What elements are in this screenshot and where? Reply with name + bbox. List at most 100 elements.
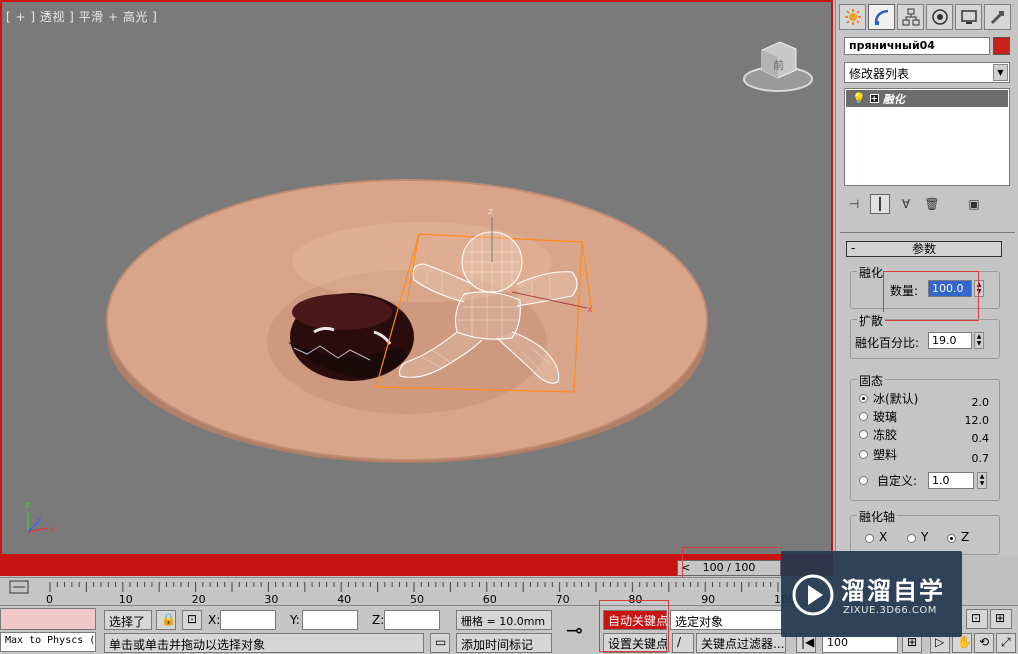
- lightbulb-icon[interactable]: 💡: [852, 92, 866, 105]
- maxscript-listener-top[interactable]: [0, 608, 96, 630]
- option-ice-label: 冰(默认): [873, 392, 919, 406]
- command-panel-tabs: [836, 4, 1018, 32]
- rollout-title: 参数: [911, 242, 936, 256]
- default-tangent-icon[interactable]: /: [672, 633, 694, 653]
- solidity-group: 固态 冰(默认) 2.0 玻璃 12.0 冻胶 0.4 塑料 0.7 自定义: …: [850, 372, 1000, 501]
- modify-icon[interactable]: [868, 4, 895, 30]
- key-icon[interactable]: ⊸: [566, 618, 583, 642]
- selection-count: 选择了: [104, 610, 152, 630]
- watermark-logo-icon: [792, 574, 834, 616]
- radio-glass[interactable]: [859, 412, 868, 421]
- highlight-box-time: [682, 547, 782, 581]
- collapse-icon[interactable]: -: [851, 241, 855, 255]
- hierarchy-icon[interactable]: [897, 4, 924, 30]
- option-ice-value: 2.0: [971, 396, 990, 409]
- axis-z-label: z: [25, 501, 30, 511]
- radio-ice[interactable]: [859, 394, 868, 403]
- melt-axis-title: 融化轴: [857, 508, 898, 525]
- stack-item-melt[interactable]: 💡 + 融化: [846, 90, 1008, 107]
- viewcube[interactable]: 前: [743, 41, 813, 92]
- rollout-header[interactable]: - 参数: [846, 241, 1002, 257]
- axis-x-label: x: [50, 525, 56, 535]
- world-axis-gizmo: z x y: [25, 501, 56, 535]
- show-end-result-icon[interactable]: ┃: [870, 194, 890, 214]
- custom-spinner[interactable]: ▲ ▼: [977, 472, 987, 489]
- radio-plastic[interactable]: [859, 450, 868, 459]
- x-coord-field[interactable]: [220, 610, 276, 630]
- lock-selection-icon[interactable]: 🔒: [156, 610, 176, 630]
- chevron-down-icon[interactable]: ▼: [993, 64, 1008, 81]
- expand-plus-icon[interactable]: +: [869, 94, 879, 103]
- pin-stack-icon[interactable]: ⊣: [844, 194, 864, 214]
- remove-modifier-icon[interactable]: 🗑: [922, 194, 942, 214]
- create-icon[interactable]: [839, 4, 866, 30]
- configure-modifier-sets-icon[interactable]: ▣: [964, 194, 984, 214]
- x-coord-label: X:: [208, 613, 221, 627]
- modifier-list-label: 修改器列表: [849, 67, 910, 81]
- solidity-group-title: 固态: [857, 372, 886, 389]
- selection-set-dropdown[interactable]: 选定对象: [670, 610, 786, 630]
- melt-percent-label: 融化百分比:: [855, 336, 920, 350]
- radio-axis-y[interactable]: [907, 534, 916, 543]
- object-name-field[interactable]: пряничный04: [844, 37, 990, 55]
- motion-icon[interactable]: [926, 4, 953, 30]
- trackbar-config-icon[interactable]: [9, 580, 29, 594]
- y-coord-field[interactable]: [302, 610, 358, 630]
- custom-label: 自定义:: [877, 474, 918, 488]
- maximize-viewport-icon[interactable]: ⤢: [996, 633, 1016, 653]
- option-plastic-label: 塑料: [873, 448, 898, 462]
- melt-axis-group: 融化轴 X Y Z: [850, 508, 1000, 555]
- svg-text:x: x: [587, 305, 593, 315]
- option-jelly-value: 0.4: [971, 432, 990, 445]
- axis-y-label: y: [36, 515, 42, 525]
- modifier-stack[interactable]: 💡 + 融化: [844, 88, 1010, 186]
- key-filters-button[interactable]: 关键点过滤器...: [696, 633, 786, 653]
- radio-custom[interactable]: [859, 476, 868, 485]
- modifier-list-dropdown[interactable]: 修改器列表 ▼: [844, 62, 1010, 83]
- object-color-swatch[interactable]: [993, 37, 1010, 55]
- option-jelly-label: 冻胶: [873, 428, 898, 442]
- axis-x-option: X: [879, 530, 888, 544]
- absolute-mode-icon[interactable]: ⊡: [182, 610, 202, 630]
- stack-toolbar: ⊣ ┃ ∀ 🗑 ▣: [844, 194, 1010, 214]
- radio-jelly[interactable]: [859, 430, 868, 439]
- perspective-viewport[interactable]: 前 z x z x y [+] 透视] 平滑 + 高光]: [0, 0, 833, 556]
- radio-axis-x[interactable]: [865, 534, 874, 543]
- svg-text:z: z: [488, 207, 493, 217]
- watermark-subtitle: ZIXUE.3D66.COM: [843, 605, 937, 616]
- melt-percent-input[interactable]: 19.0: [928, 332, 972, 349]
- viewport-label[interactable]: [ + ] 透视 ] 平滑 + 高光 ]: [6, 8, 157, 25]
- axis-z-option: Z: [961, 530, 970, 544]
- trackbar-ruler: 0102030405060708090100: [9, 580, 795, 606]
- watermark: 溜溜自学 ZIXUE.3D66.COM: [781, 551, 962, 637]
- watermark-title: 溜溜自学: [841, 577, 945, 605]
- add-time-tag[interactable]: 添加时间标记: [456, 633, 552, 653]
- display-icon[interactable]: [955, 4, 982, 30]
- radio-axis-z[interactable]: [947, 534, 956, 543]
- trackbar[interactable]: 0102030405060708090100: [0, 577, 833, 606]
- melt-group-title: 融化: [857, 264, 886, 281]
- spread-group-title: 扩散: [857, 312, 886, 329]
- orbit-icon[interactable]: ⟲: [974, 633, 994, 653]
- custom-input[interactable]: 1.0: [928, 472, 974, 489]
- highlight-box-amount: [883, 271, 979, 321]
- viewcube-face-label: 前: [773, 58, 784, 72]
- zoom-extents-all-icon[interactable]: ⊞: [990, 609, 1012, 629]
- melt-percent-spinner[interactable]: ▲ ▼: [974, 332, 984, 349]
- make-unique-icon[interactable]: ∀: [896, 194, 916, 214]
- grid-size: 栅格 = 10.0mm: [456, 610, 552, 630]
- parameters-rollout: - 参数 融化 数量: 100.0 ▲ ▼ 扩散 融化百分比: 19.0 ▲ ▼ 固…: [840, 232, 1015, 555]
- option-glass-label: 玻璃: [873, 410, 898, 424]
- option-plastic-value: 0.7: [971, 452, 990, 465]
- stack-item-label: 融化: [882, 92, 905, 106]
- maxscript-mini-listener[interactable]: Max to Physcs (: [0, 632, 96, 652]
- time-tag-icon[interactable]: ▭: [430, 633, 450, 653]
- spread-group: 扩散 融化百分比: 19.0 ▲ ▼: [850, 312, 1000, 359]
- zoom-extents-icon[interactable]: ⊡: [966, 609, 988, 629]
- y-coord-label: Y:: [290, 613, 300, 627]
- utilities-icon[interactable]: [984, 4, 1011, 30]
- viewport-scene: 前 z x z x y: [25, 41, 813, 535]
- option-glass-value: 12.0: [964, 414, 990, 427]
- prompt-line: 单击或单击并拖动以选择对象: [104, 633, 424, 653]
- z-coord-field[interactable]: [384, 610, 440, 630]
